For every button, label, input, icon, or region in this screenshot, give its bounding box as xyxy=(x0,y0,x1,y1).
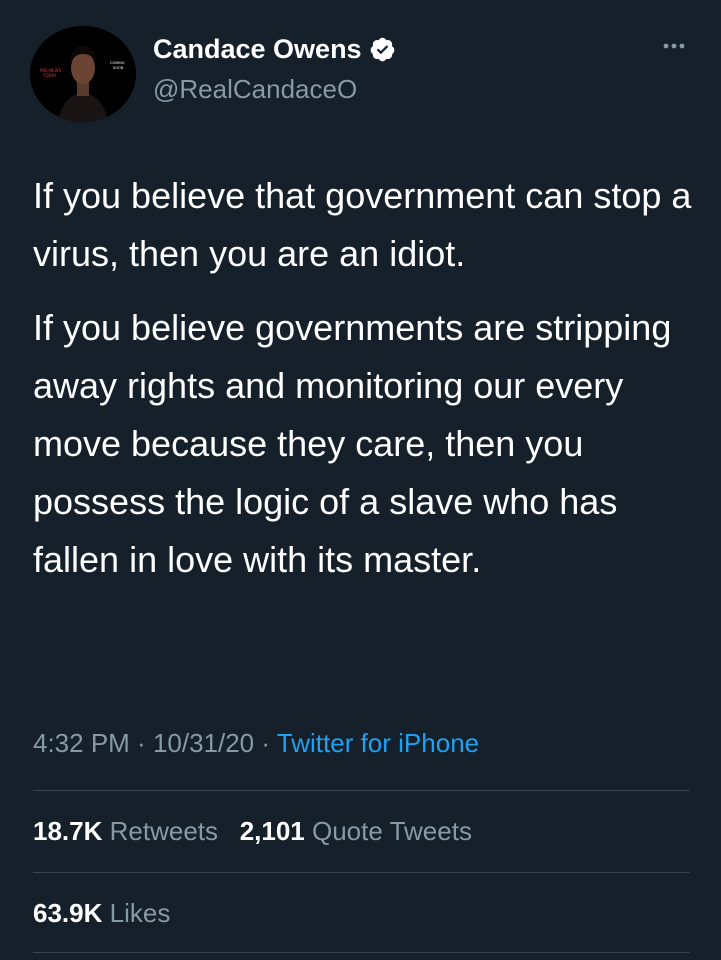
tweet-date[interactable]: 10/31/20 xyxy=(153,728,254,758)
retweets-count: 18.7K xyxy=(33,816,103,846)
meta-separator: · xyxy=(129,728,153,758)
quote-tweets-stat[interactable]: 2,101 Quote Tweets xyxy=(240,814,472,848)
author-handle[interactable]: @RealCandaceO xyxy=(153,73,357,105)
meta-separator: · xyxy=(254,728,277,758)
tweet-paragraph: If you believe governments are stripping… xyxy=(33,307,672,580)
tweet-paragraph: If you believe that government can stop … xyxy=(33,175,692,274)
likes-stats-row: 63.9K Likes xyxy=(33,896,170,930)
retweets-label: Retweets xyxy=(109,816,219,846)
tweet-time[interactable]: 4:32 PM xyxy=(33,728,130,758)
tweet-source-link[interactable]: Twitter for iPhone xyxy=(277,728,479,758)
likes-stat[interactable]: 63.9K Likes xyxy=(33,896,170,930)
svg-text:SOON: SOON xyxy=(113,66,124,70)
verified-badge-icon xyxy=(369,36,396,63)
author-name[interactable]: Candace Owens xyxy=(153,33,362,65)
divider xyxy=(33,872,690,873)
divider xyxy=(33,952,690,953)
svg-text:COMING: COMING xyxy=(110,61,125,65)
retweets-stat[interactable]: 18.7K Retweets xyxy=(33,814,218,848)
quote-tweets-label: Quote Tweets xyxy=(312,816,472,846)
divider xyxy=(33,790,690,791)
svg-text:TODAY: TODAY xyxy=(42,73,57,78)
author-name-row[interactable]: Candace Owens xyxy=(153,33,396,65)
avatar-image: PRE-NEWS TODAY COMING SOON xyxy=(30,26,136,122)
likes-count: 63.9K xyxy=(33,898,103,928)
engagement-stats-row: 18.7K Retweets 2,101 Quote Tweets xyxy=(33,814,472,848)
tweet-body: If you believe that government can stop … xyxy=(33,167,693,589)
likes-label: Likes xyxy=(109,898,171,928)
more-options-icon[interactable] xyxy=(658,36,690,56)
tweet-card: PRE-NEWS TODAY COMING SOON Candace Owens… xyxy=(0,0,721,960)
tweet-metadata: 4:32 PM · 10/31/20 · Twitter for iPhone xyxy=(33,726,479,760)
author-avatar[interactable]: PRE-NEWS TODAY COMING SOON xyxy=(30,26,136,122)
quote-tweets-count: 2,101 xyxy=(239,816,305,846)
